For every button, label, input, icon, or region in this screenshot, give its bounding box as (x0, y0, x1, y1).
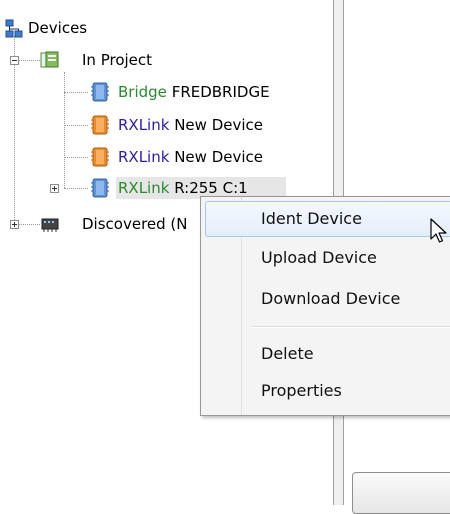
device-type: RXLink (118, 116, 170, 134)
menu-item-label: Upload Device (261, 248, 377, 267)
tree-node-devices[interactable]: Devices (4, 16, 204, 40)
menu-item-ident-device[interactable]: Ident Device (205, 201, 450, 237)
tree-connector (64, 188, 88, 189)
menu-item-download-device[interactable]: Download Device (205, 281, 450, 317)
device-name: New Device (174, 116, 263, 134)
tree-node-device[interactable]: Bridge FREDBRIDGE (90, 80, 330, 104)
device-name: R:255 C:1 (174, 179, 248, 197)
device-label: RXLink New Device (118, 113, 263, 137)
context-menu: Ident Device Upload Device Download Devi… (200, 196, 450, 416)
menu-item-delete[interactable]: Delete (205, 336, 450, 372)
tree-connector (64, 157, 88, 158)
menu-item-properties[interactable]: Properties (205, 373, 450, 409)
collapse-toggle[interactable] (10, 56, 19, 65)
orange-device-icon (90, 147, 110, 174)
menu-item-upload-device[interactable]: Upload Device (205, 240, 450, 276)
discovered-network-icon (40, 214, 60, 241)
menu-item-label: Download Device (261, 289, 401, 308)
tree-node-label: In Project (82, 51, 153, 69)
tree-connector (64, 92, 88, 93)
device-name: FREDBRIDGE (171, 83, 270, 101)
device-type: RXLink (118, 148, 170, 166)
tree-node-label: Discovered (N (82, 215, 188, 233)
panel-button[interactable] (352, 472, 450, 514)
tree-connector (64, 125, 88, 126)
device-type: Bridge (118, 83, 167, 101)
tree-connector (64, 72, 65, 188)
menu-item-label: Delete (261, 344, 314, 363)
project-folder-icon (40, 50, 60, 77)
device-label: Bridge FREDBRIDGE (118, 80, 270, 104)
device-type: RXLink (118, 179, 170, 197)
menu-item-label: Ident Device (261, 209, 362, 228)
menu-separator (251, 326, 450, 328)
expand-toggle[interactable] (10, 220, 19, 229)
expand-toggle[interactable] (50, 184, 59, 193)
tree-node-device[interactable]: RXLink New Device (90, 145, 330, 169)
tree-node-device[interactable]: RXLink New Device (90, 113, 330, 137)
menu-item-label: Properties (261, 381, 342, 400)
devices-network-icon (4, 19, 24, 46)
blue-device-icon (90, 82, 110, 109)
orange-device-icon (90, 115, 110, 142)
mouse-cursor-icon (430, 218, 448, 248)
device-label: RXLink New Device (118, 145, 263, 169)
tree-node-in-project[interactable]: In Project (40, 48, 240, 72)
blue-device-icon (90, 178, 110, 205)
device-name: New Device (174, 148, 263, 166)
tree-node-label: Devices (28, 19, 88, 37)
